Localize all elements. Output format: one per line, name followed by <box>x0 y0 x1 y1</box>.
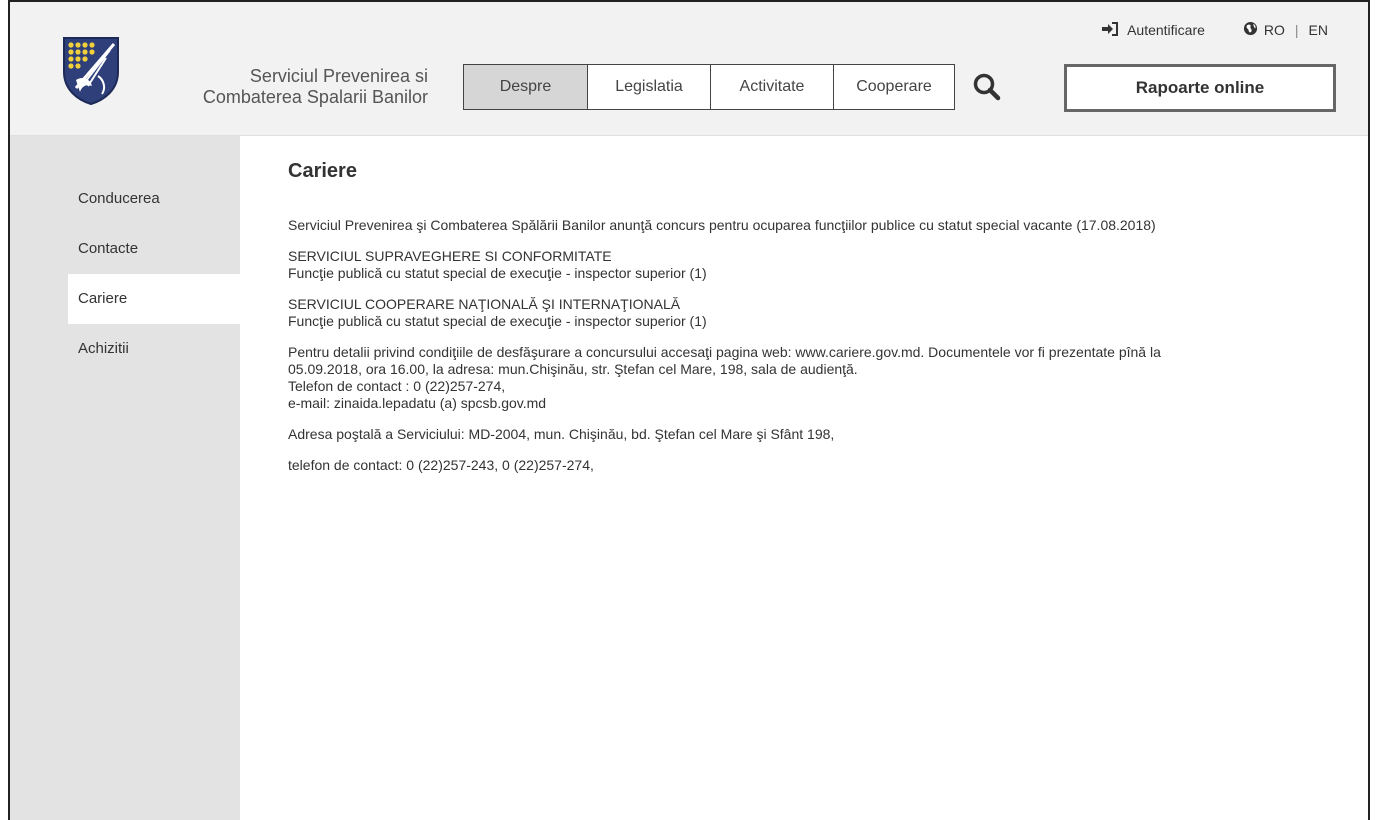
paragraph-line: Funcţie publică cu statut special de exe… <box>288 313 707 329</box>
paragraph-line: Funcţie publică cu statut special de exe… <box>288 265 707 281</box>
paragraph-line: Serviciul Prevenirea şi Combaterea Spălă… <box>288 217 1156 233</box>
site-name[interactable]: Serviciul Prevenirea si Combaterea Spala… <box>168 66 428 108</box>
paragraph-line: SERVICIUL COOPERARE NAŢIONALĂ ŞI INTERNA… <box>288 296 681 312</box>
paragraph-line: telefon de contact: 0 (22)257-243, 0 (22… <box>288 457 594 473</box>
nav-item-activitate[interactable]: Activitate <box>710 65 833 109</box>
lang-ro-link[interactable]: RO <box>1264 22 1285 38</box>
header: Serviciul Prevenirea si Combaterea Spala… <box>10 2 1368 136</box>
sidebar-item-achizitii[interactable]: Achizitii <box>10 324 240 374</box>
page-frame: Serviciul Prevenirea si Combaterea Spala… <box>8 0 1370 820</box>
main-content: Cariere Serviciul Prevenirea şi Combater… <box>288 160 1328 488</box>
paragraph-line: Adresa poştală a Serviciului: MD-2004, m… <box>288 426 835 442</box>
top-utility-bar: Autentificare RO | EN <box>1101 20 1328 40</box>
position-cooperare: SERVICIUL COOPERARE NAŢIONALĂ ŞI INTERNA… <box>288 296 1328 330</box>
site-name-line1: Serviciul Prevenirea si <box>249 66 428 86</box>
search-icon[interactable] <box>972 72 1002 102</box>
page-title: Cariere <box>288 160 357 182</box>
login-link[interactable]: Autentificare <box>1101 21 1205 39</box>
main-nav: Despre Legislatia Activitate Cooperare <box>463 64 955 110</box>
globe-icon <box>1243 21 1258 39</box>
language-switcher: RO | EN <box>1243 21 1328 39</box>
coat-of-arms-logo[interactable] <box>62 36 120 106</box>
sidebar-item-cariere[interactable]: Cariere <box>68 274 240 324</box>
lang-separator: | <box>1294 22 1299 38</box>
sidebar-item-conducerea[interactable]: Conducerea <box>10 174 240 224</box>
reports-online-button[interactable]: Rapoarte online <box>1064 64 1336 112</box>
lang-en-link[interactable]: EN <box>1309 22 1328 38</box>
paragraph-line: 05.09.2018, ora 16.00, la adresa: mun.Ch… <box>288 361 858 377</box>
details-paragraph: Pentru detalii privind condiţiile de des… <box>288 344 1328 412</box>
login-label: Autentificare <box>1127 22 1205 38</box>
announcement-paragraph: Serviciul Prevenirea şi Combaterea Spălă… <box>288 217 1328 234</box>
paragraph-line: SERVICIUL SUPRAVEGHERE SI CONFORMITATE <box>288 248 612 264</box>
sign-in-icon <box>1101 21 1119 39</box>
sidebar-menu: Conducerea Contacte Cariere Achizitii <box>10 174 240 374</box>
nav-item-despre[interactable]: Despre <box>464 65 587 109</box>
paragraph-line: e-mail: zinaida.lepadatu (a) spcsb.gov.m… <box>288 395 547 411</box>
site-name-line2: Combaterea Spalarii Banilor <box>202 87 428 107</box>
sidebar-item-contacte[interactable]: Contacte <box>10 224 240 274</box>
postal-address-paragraph: Adresa poştală a Serviciului: MD-2004, m… <box>288 426 1328 443</box>
paragraph-line: Pentru detalii privind condiţiile de des… <box>288 344 1161 360</box>
paragraph-line: Telefon de contact : 0 (22)257-274, <box>288 378 506 394</box>
nav-item-cooperare[interactable]: Cooperare <box>833 65 954 109</box>
sidebar: Conducerea Contacte Cariere Achizitii <box>10 136 240 820</box>
nav-item-legislatia[interactable]: Legislatia <box>587 65 710 109</box>
contact-phone-paragraph: telefon de contact: 0 (22)257-243, 0 (22… <box>288 457 1328 474</box>
position-supraveghere: SERVICIUL SUPRAVEGHERE SI CONFORMITATE F… <box>288 248 1328 282</box>
